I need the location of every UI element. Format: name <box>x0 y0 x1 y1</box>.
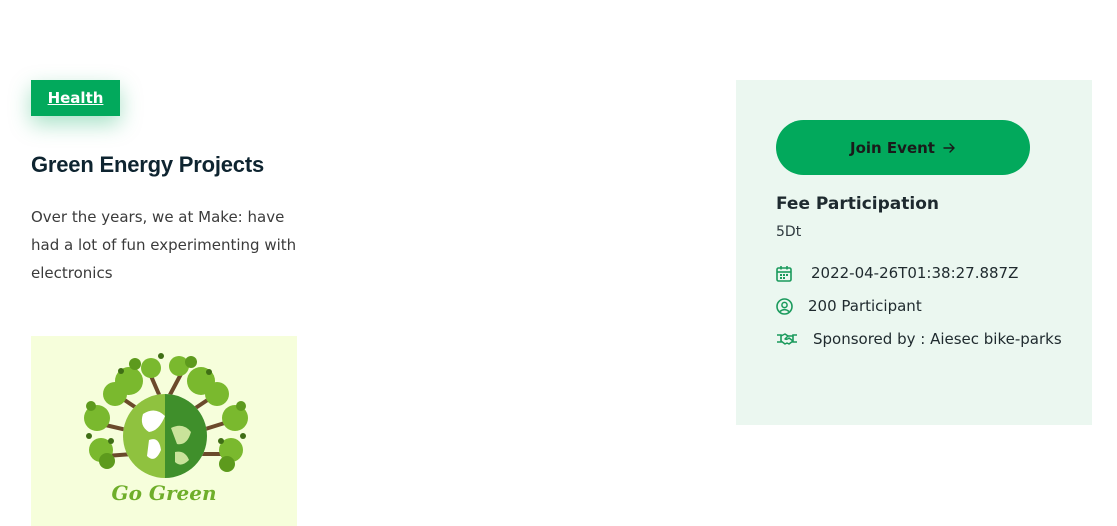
user-circle-icon <box>776 297 793 315</box>
category-link[interactable]: Health <box>48 89 104 107</box>
event-title: Green Energy Projects <box>31 152 265 177</box>
participants-count: 200 Participant <box>808 297 922 315</box>
arrow-right-icon <box>943 142 955 153</box>
category-badge[interactable]: Health <box>31 80 120 116</box>
participants-row: 200 Participant <box>776 297 922 315</box>
event-date: 2022-04-26T01:38:27.887Z <box>811 264 1019 282</box>
event-date-row: 2022-04-26T01:38:27.887Z <box>776 264 1018 282</box>
image-caption: Go Green <box>112 481 217 505</box>
fee-title: Fee Participation <box>776 194 939 214</box>
calendar-icon <box>776 265 792 282</box>
fee-value: 5Dt <box>776 224 802 240</box>
go-green-illustration: Go Green <box>84 353 248 505</box>
event-page: Health Green Energy Projects Over the ye… <box>0 0 1117 526</box>
join-event-label: Join Event <box>850 138 935 157</box>
handshake-icon <box>777 333 797 345</box>
event-description: Over the years, we at Make: have had a l… <box>31 208 297 282</box>
event-sidebar: Join Event Fee Participation 5Dt 2022-04… <box>736 80 1092 425</box>
join-event-button[interactable]: Join Event <box>776 120 1030 175</box>
sponsor-text: Sponsored by : Aiesec bike-parks <box>813 330 1062 348</box>
sponsor-row: Sponsored by : Aiesec bike-parks <box>776 330 1062 348</box>
event-image: Go Green <box>31 336 297 526</box>
